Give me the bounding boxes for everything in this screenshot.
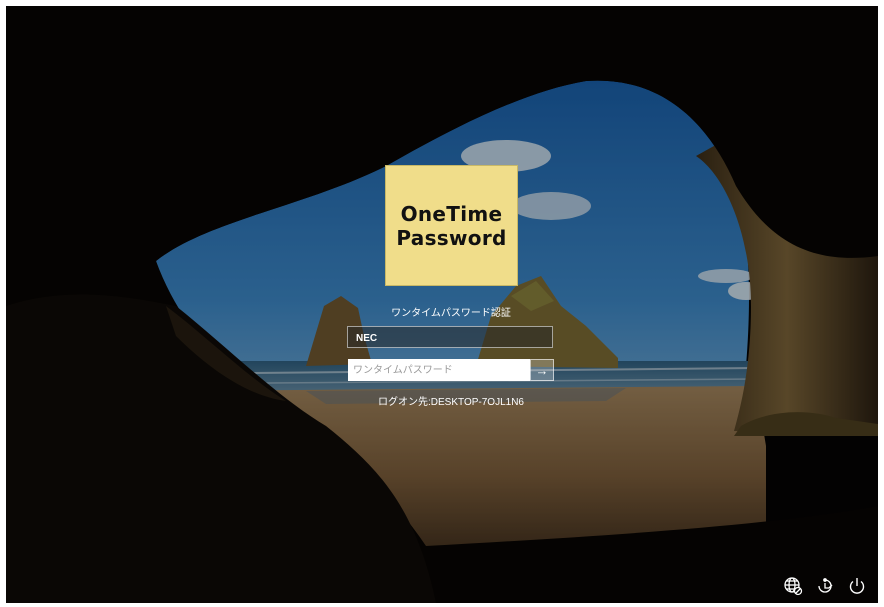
auth-title: ワンタイムパスワード認証 xyxy=(391,308,511,319)
ease-of-access-button[interactable] xyxy=(814,575,836,597)
network-button[interactable] xyxy=(782,575,804,597)
logo-line-password: Password xyxy=(396,225,507,250)
lock-screen: OneTime Password ワンタイムパスワード認証 NEC → ログオン… xyxy=(6,6,878,603)
power-button[interactable] xyxy=(846,575,868,597)
password-row: → xyxy=(348,359,554,381)
ease-of-access-icon xyxy=(818,578,833,593)
submit-button[interactable]: → xyxy=(530,359,554,381)
system-tray xyxy=(782,575,868,597)
username-field[interactable]: NEC xyxy=(347,326,553,348)
logon-target: ログオン先:DESKTOP-7OJL1N6 xyxy=(378,397,524,408)
arrow-right-icon: → xyxy=(535,362,549,378)
logo-line-onetime: OneTime xyxy=(400,201,503,226)
onetime-password-logo: OneTime Password xyxy=(385,165,518,286)
one-time-password-input[interactable] xyxy=(348,359,530,381)
network-icon xyxy=(784,577,803,596)
power-icon xyxy=(849,578,865,594)
